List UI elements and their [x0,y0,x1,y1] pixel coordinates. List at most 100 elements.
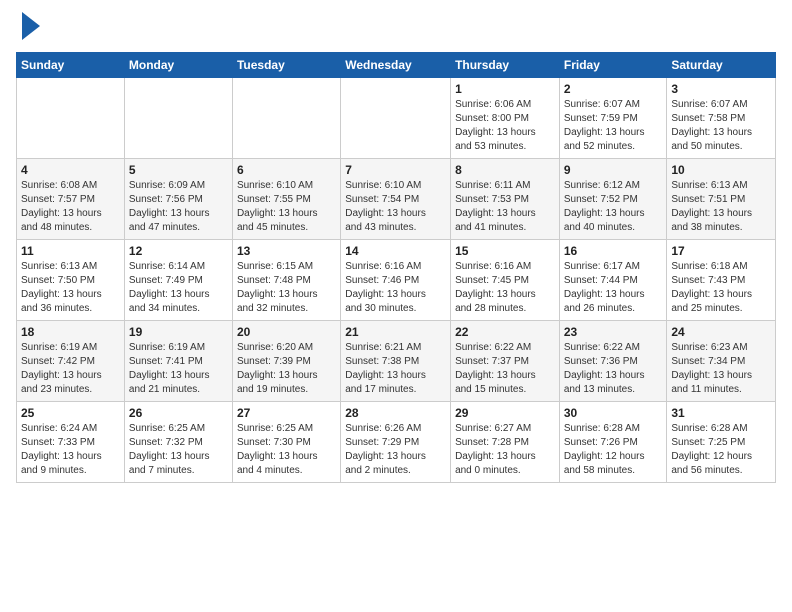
day-info: Sunrise: 6:07 AM Sunset: 7:58 PM Dayligh… [671,98,771,154]
day-info: Sunrise: 6:21 AM Sunset: 7:38 PM Dayligh… [345,341,446,397]
day-info: Sunrise: 6:15 AM Sunset: 7:48 PM Dayligh… [237,260,336,316]
calendar-cell: 26Sunrise: 6:25 AM Sunset: 7:32 PM Dayli… [124,402,232,483]
calendar-cell: 21 Sunrise: 6:21 AM Sunset: 7:38 PM Dayli… [341,321,451,402]
calendar-cell: 14 Sunrise: 6:16 AM Sunset: 7:46 PM Dayli… [341,240,451,321]
day-number: 10 [671,163,771,177]
calendar-cell: 31 Sunrise: 6:28 AM Sunset: 7:25 PM Dayli… [667,402,776,483]
weekday-header-monday: Monday [124,53,232,78]
day-number: 24 [671,325,771,339]
day-number: 8 [455,163,555,177]
day-info: Sunrise: 6:18 AM Sunset: 7:43 PM Dayligh… [671,260,771,316]
day-number: 30 [564,406,663,420]
calendar-cell [124,78,232,159]
weekday-header-saturday: Saturday [667,53,776,78]
day-number: 17 [671,244,771,258]
calendar-cell: 9 Sunrise: 6:12 AM Sunset: 7:52 PM Daylig… [559,159,667,240]
day-number: 13 [237,244,336,258]
logo [16,16,40,40]
day-number: 7 [345,163,446,177]
calendar-week-row: 4Sunrise: 6:08 AM Sunset: 7:57 PM Daylig… [17,159,776,240]
day-number: 29 [455,406,555,420]
weekday-header-thursday: Thursday [451,53,560,78]
calendar-cell: 11Sunrise: 6:13 AM Sunset: 7:50 PM Dayli… [17,240,125,321]
calendar-cell: 25 Sunrise: 6:24 AM Sunset: 7:33 PM Dayli… [17,402,125,483]
calendar-cell: 23 Sunrise: 6:22 AM Sunset: 7:36 PM Dayli… [559,321,667,402]
logo-arrow-icon [22,12,40,40]
day-info: Sunrise: 6:16 AM Sunset: 7:46 PM Dayligh… [345,260,446,316]
calendar-cell: 30 Sunrise: 6:28 AM Sunset: 7:26 PM Dayli… [559,402,667,483]
day-info: Sunrise: 6:25 AM Sunset: 7:32 PM Dayligh… [129,422,228,478]
page-header [16,16,776,40]
weekday-header-sunday: Sunday [17,53,125,78]
calendar-cell: 5 Sunrise: 6:09 AM Sunset: 7:56 PM Daylig… [124,159,232,240]
day-number: 16 [564,244,663,258]
day-number: 5 [129,163,228,177]
day-info: Sunrise: 6:20 AM Sunset: 7:39 PM Dayligh… [237,341,336,397]
calendar-cell: 12Sunrise: 6:14 AM Sunset: 7:49 PM Dayli… [124,240,232,321]
day-info: Sunrise: 6:24 AM Sunset: 7:33 PM Dayligh… [21,422,120,478]
day-number: 22 [455,325,555,339]
weekday-header-friday: Friday [559,53,667,78]
day-number: 4 [21,163,120,177]
calendar-cell: 4Sunrise: 6:08 AM Sunset: 7:57 PM Daylig… [17,159,125,240]
day-info: Sunrise: 6:27 AM Sunset: 7:28 PM Dayligh… [455,422,555,478]
calendar-cell: 15 Sunrise: 6:16 AM Sunset: 7:45 PM Dayli… [451,240,560,321]
calendar-week-row: 18 Sunrise: 6:19 AM Sunset: 7:42 PM Dayli… [17,321,776,402]
day-number: 14 [345,244,446,258]
calendar-cell: 20 Sunrise: 6:20 AM Sunset: 7:39 PM Dayli… [232,321,340,402]
day-info: Sunrise: 6:13 AM Sunset: 7:51 PM Dayligh… [671,179,771,235]
day-info: Sunrise: 6:12 AM Sunset: 7:52 PM Dayligh… [564,179,663,235]
calendar-cell: 28Sunrise: 6:26 AM Sunset: 7:29 PM Dayli… [341,402,451,483]
calendar-cell: 29 Sunrise: 6:27 AM Sunset: 7:28 PM Dayli… [451,402,560,483]
weekday-header-tuesday: Tuesday [232,53,340,78]
day-number: 25 [21,406,120,420]
day-number: 28 [345,406,446,420]
day-number: 1 [455,82,555,96]
day-number: 27 [237,406,336,420]
calendar-week-row: 11Sunrise: 6:13 AM Sunset: 7:50 PM Dayli… [17,240,776,321]
calendar-cell [17,78,125,159]
calendar-cell: 13 Sunrise: 6:15 AM Sunset: 7:48 PM Dayli… [232,240,340,321]
day-info: Sunrise: 6:09 AM Sunset: 7:56 PM Dayligh… [129,179,228,235]
day-info: Sunrise: 6:07 AM Sunset: 7:59 PM Dayligh… [564,98,663,154]
day-info: Sunrise: 6:23 AM Sunset: 7:34 PM Dayligh… [671,341,771,397]
calendar-cell [341,78,451,159]
calendar-cell: 17 Sunrise: 6:18 AM Sunset: 7:43 PM Dayli… [667,240,776,321]
day-info: Sunrise: 6:28 AM Sunset: 7:26 PM Dayligh… [564,422,663,478]
day-info: Sunrise: 6:11 AM Sunset: 7:53 PM Dayligh… [455,179,555,235]
day-info: Sunrise: 6:19 AM Sunset: 7:42 PM Dayligh… [21,341,120,397]
calendar-cell: 8 Sunrise: 6:11 AM Sunset: 7:53 PM Daylig… [451,159,560,240]
day-info: Sunrise: 6:28 AM Sunset: 7:25 PM Dayligh… [671,422,771,478]
day-info: Sunrise: 6:22 AM Sunset: 7:36 PM Dayligh… [564,341,663,397]
calendar-cell: 2 Sunrise: 6:07 AM Sunset: 7:59 PM Daylig… [559,78,667,159]
day-number: 3 [671,82,771,96]
day-number: 15 [455,244,555,258]
day-number: 2 [564,82,663,96]
calendar-cell [232,78,340,159]
weekday-header-wednesday: Wednesday [341,53,451,78]
calendar-cell: 10 Sunrise: 6:13 AM Sunset: 7:51 PM Dayli… [667,159,776,240]
day-number: 21 [345,325,446,339]
day-number: 23 [564,325,663,339]
day-number: 6 [237,163,336,177]
day-info: Sunrise: 6:25 AM Sunset: 7:30 PM Dayligh… [237,422,336,478]
calendar-cell: 18 Sunrise: 6:19 AM Sunset: 7:42 PM Dayli… [17,321,125,402]
calendar-cell: 3 Sunrise: 6:07 AM Sunset: 7:58 PM Daylig… [667,78,776,159]
day-info: Sunrise: 6:10 AM Sunset: 7:54 PM Dayligh… [345,179,446,235]
day-number: 19 [129,325,228,339]
day-number: 18 [21,325,120,339]
day-number: 20 [237,325,336,339]
weekday-header-row: SundayMondayTuesdayWednesdayThursdayFrid… [17,53,776,78]
calendar-cell: 7 Sunrise: 6:10 AM Sunset: 7:54 PM Daylig… [341,159,451,240]
day-number: 11 [21,244,120,258]
calendar-cell: 22Sunrise: 6:22 AM Sunset: 7:37 PM Dayli… [451,321,560,402]
calendar-cell: 16Sunrise: 6:17 AM Sunset: 7:44 PM Dayli… [559,240,667,321]
day-info: Sunrise: 6:16 AM Sunset: 7:45 PM Dayligh… [455,260,555,316]
day-info: Sunrise: 6:10 AM Sunset: 7:55 PM Dayligh… [237,179,336,235]
day-number: 31 [671,406,771,420]
day-number: 9 [564,163,663,177]
calendar-cell: 27 Sunrise: 6:25 AM Sunset: 7:30 PM Dayli… [232,402,340,483]
calendar-cell: 6 Sunrise: 6:10 AM Sunset: 7:55 PM Daylig… [232,159,340,240]
calendar-cell: 1Sunrise: 6:06 AM Sunset: 8:00 PM Daylig… [451,78,560,159]
calendar-week-row: 25 Sunrise: 6:24 AM Sunset: 7:33 PM Dayli… [17,402,776,483]
